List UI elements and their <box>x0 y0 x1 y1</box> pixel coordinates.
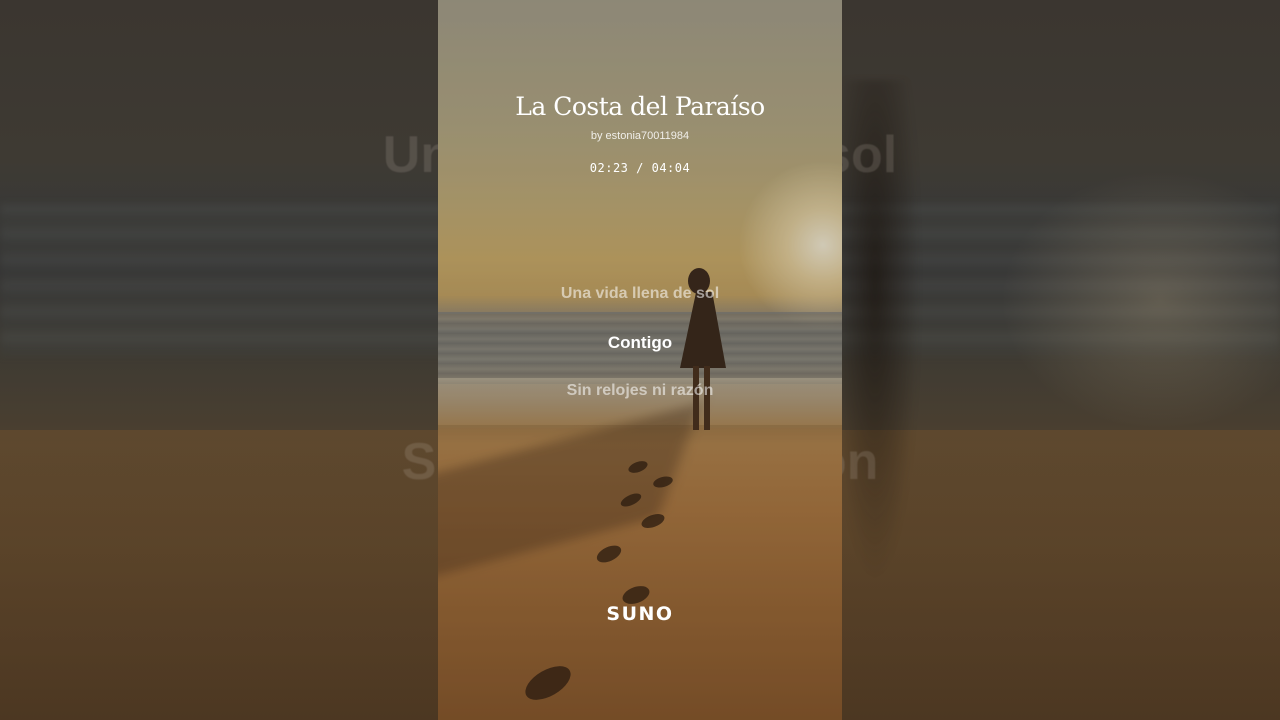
lyric-next: Sin relojes ni razón <box>566 382 714 399</box>
suno-logo: SUNO <box>606 603 674 625</box>
playback-time: 02:23 / 04:04 <box>438 161 842 175</box>
song-title: La Costa del Paraíso <box>515 92 765 121</box>
song-artist: by estonia70011984 <box>590 130 690 142</box>
lyric-previous: Una vida llena de sol <box>560 285 720 302</box>
total-duration: 04:04 <box>651 161 691 175</box>
time-separator: / <box>636 161 644 175</box>
background-sun-glow <box>1000 170 1280 430</box>
lyric-current: Contigo <box>607 333 673 352</box>
video-panel[interactable]: La Costa del Paraíso by estonia70011984 … <box>438 0 842 720</box>
elapsed-time: 02:23 <box>589 161 629 175</box>
